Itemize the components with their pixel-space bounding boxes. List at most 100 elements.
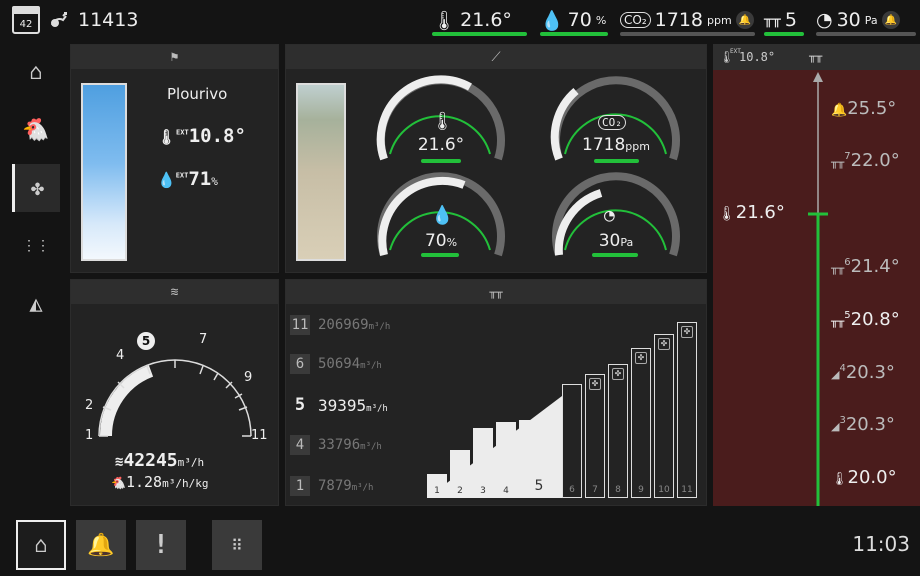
fan-stage-label: 3 <box>480 486 486 496</box>
fan-stage-bar[interactable]: 1 <box>427 474 447 498</box>
speed-tick-label: 11 <box>251 428 268 443</box>
curve-heat-thermo-icon: 🌡 <box>831 472 848 487</box>
airflow-panel-header: ≋ <box>71 280 278 304</box>
ext-temp-value: 10.8° <box>188 125 246 147</box>
ext-temp-label: EXT <box>176 128 189 137</box>
fan-stage-bar[interactable]: ✤ 7 <box>585 374 605 498</box>
sidebar-item-levels[interactable]: ⋮⋮ <box>12 222 60 270</box>
gauge-pressure-number: 30 <box>598 231 621 251</box>
scatter-chart-icon: ⟋ <box>491 49 501 65</box>
sidebar-item-house[interactable]: ⌂ <box>12 48 60 96</box>
status-pressure[interactable]: ◔ 30 Pa 🔔 <box>816 4 916 36</box>
apps-menu-button[interactable]: ⠿ <box>212 520 262 570</box>
fan-stage-bar[interactable]: 3 <box>473 428 493 498</box>
house-gauge-icon: ⌂ <box>34 532 48 558</box>
bird-wind-icon: 🐔 <box>111 476 126 490</box>
vent-levels-panel-header: ╥╥ <box>286 280 706 304</box>
fan-stage-bar[interactable]: ✤ 9 <box>631 348 651 498</box>
airflow-panel[interactable]: ≋ 1 2 4 5 7 9 11 ≋42245m³/h 🐔1.28m³/h/kg <box>70 279 279 506</box>
chicken-icon: 🐔 <box>22 117 50 143</box>
bottom-nav-bar: ⌂ 🔔 ! ⠿ 11:03 <box>0 510 920 576</box>
curve-level-value: 25.5° <box>847 98 897 119</box>
flock-info[interactable]: 42 11413 <box>12 6 138 34</box>
gauge-pressure-value: 30Pa <box>556 231 676 251</box>
status-co2[interactable]: CO₂ 1718 ppm 🔔 <box>620 4 755 36</box>
vent-table-row[interactable]: 5 39395m³/h <box>290 392 388 418</box>
vent-table-row[interactable]: 11 206969m³/h <box>290 312 390 338</box>
speed-tick-label: 4 <box>116 348 125 363</box>
droplet-icon: 💧 <box>540 9 564 32</box>
gauge-humidity-unit: % <box>446 236 458 249</box>
vent-table-row[interactable]: 1 7879m³/h <box>290 473 373 499</box>
gauge-temperature-bar <box>421 159 461 163</box>
top-status-bar: 42 11413 🌡 21.6° 💧 70% CO₂ 1718 ppm 🔔 ╥╥ … <box>0 0 920 40</box>
outdoor-humidity: 💧EXT71% <box>157 168 218 190</box>
stages-icon: ⋮⋮ <box>22 238 50 254</box>
fan-stage-label: 11 <box>681 485 693 495</box>
airflow-per-kg-unit: m³/h/kg <box>162 477 209 490</box>
vent-airflow-value: 39395 <box>318 395 367 415</box>
fan-stage-bar[interactable]: 4 <box>496 422 516 498</box>
fan-stage-label: 1 <box>434 486 440 496</box>
curve-level-value: 20.3° <box>845 362 895 383</box>
gauge-pressure-unit: Pa <box>620 236 634 249</box>
fan-stage-label: 2 <box>457 486 463 496</box>
gauge-co2-bar <box>594 159 639 163</box>
outdoor-panel-header: ⚑ <box>71 45 278 69</box>
sidebar-item-charts[interactable]: ◭ <box>12 280 60 328</box>
curve-level-value: 22.0° <box>850 150 900 171</box>
status-humidity[interactable]: 💧 70% <box>540 4 608 36</box>
vent-stage-number: 6 <box>290 354 310 374</box>
fan-box-icon: ✤ <box>681 326 693 338</box>
house-gauge-icon: ⌂ <box>29 59 43 85</box>
status-temperature[interactable]: 🌡 21.6° <box>432 4 527 36</box>
sidebar-item-animals[interactable]: 🐔 <box>12 106 60 154</box>
curve-fan-icon: ╥╥ <box>809 50 823 63</box>
vent-table-row[interactable]: 6 50694m³/h <box>290 351 382 377</box>
status-temp-value: 21.6° <box>460 9 512 31</box>
home-button[interactable]: ⌂ <box>16 520 66 570</box>
fan-stage-bar[interactable]: ✤ 10 <box>654 334 674 498</box>
vent-stage-number: 4 <box>290 435 310 455</box>
temperature-curve-panel[interactable]: 🌡 EXT 10.8° ╥╥ 🌡21.6° 🔔25.5° ╥╥722.0° ╥╥… <box>713 44 920 506</box>
warnings-button[interactable]: ! <box>136 520 186 570</box>
fan-stage-label: 4 <box>503 486 509 496</box>
fan-stage-label: 6 <box>569 485 575 495</box>
fan-stage-label: 8 <box>615 485 621 495</box>
curve-level-heat: 🌡20.0° <box>831 467 897 488</box>
alarms-button[interactable]: 🔔 <box>76 520 126 570</box>
calendar-day-icon: 42 <box>12 6 40 34</box>
indoor-panel[interactable]: ⟋ 🌡 21.6° CO₂ 1718ppm 💧 70% ◔ 30Pa <box>285 44 707 273</box>
status-humidity-value: 70 <box>567 9 592 31</box>
status-ventilation[interactable]: ╥╥ 5 <box>764 4 804 36</box>
location-name: Plourivo <box>167 85 228 103</box>
sidebar-item-ventilation[interactable]: ✤ <box>12 164 60 212</box>
fan-stage-bar[interactable]: 6 <box>562 384 582 498</box>
flock-day: 42 <box>19 19 33 30</box>
status-humidity-unit: % <box>595 13 607 27</box>
gauge-humidity-number: 70 <box>424 231 447 251</box>
wind-sock-icon: ⚑ <box>170 49 179 65</box>
outdoor-panel[interactable]: ⚑ Plourivo 🌡EXT10.8° 💧EXT71% <box>70 44 279 273</box>
speed-current-marker: 5 <box>137 332 155 350</box>
bird-male-icon <box>51 12 67 27</box>
status-co2-bar <box>620 32 755 36</box>
curve-level-value: 20.8° <box>850 309 900 330</box>
vent-airflow: 206969m³/h <box>318 317 390 333</box>
vent-table-row[interactable]: 4 33796m³/h <box>290 432 382 458</box>
gauge-co2-unit: ppm <box>625 140 650 153</box>
fan-stage-bar[interactable]: 5 <box>519 420 559 498</box>
curve-thermo-icon: 🌡 <box>718 206 736 222</box>
wind-icon: ≋ <box>170 284 179 300</box>
vent-airflow: 39395m³/h <box>318 396 388 415</box>
fan-box-icon: ✤ <box>658 338 670 350</box>
status-co2-value: 1718 <box>654 9 703 31</box>
fan-stage-bar[interactable]: ✤ 8 <box>608 364 628 498</box>
fan-stage-bar[interactable]: 2 <box>450 450 470 498</box>
fan-stage-bar[interactable]: ✤ 11 <box>677 322 697 498</box>
status-pressure-bar <box>816 32 916 36</box>
gauge-pressure-icon: ◔ <box>604 205 615 226</box>
curve-level-3: ◢320.3° <box>831 414 895 435</box>
airflow-total: ≋42245m³/h <box>115 450 204 471</box>
speed-tick-label: 2 <box>85 398 94 413</box>
